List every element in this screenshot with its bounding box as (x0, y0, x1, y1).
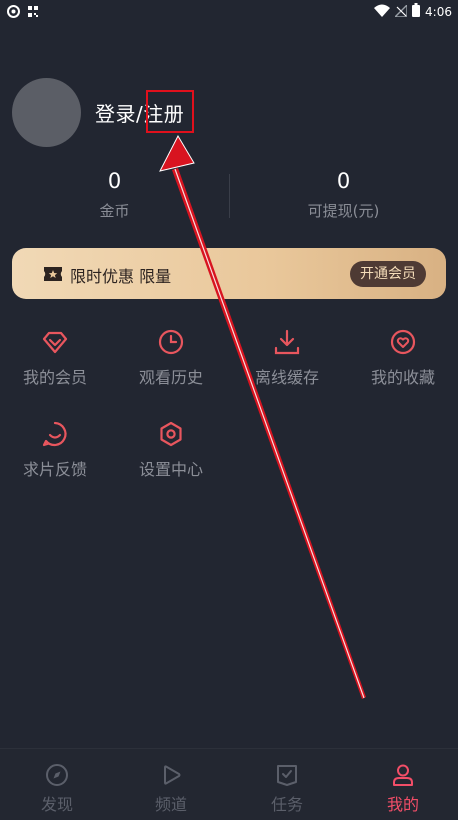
tab-tasks[interactable]: 任务 (230, 763, 344, 815)
task-icon (230, 763, 344, 787)
tab-label: 频道 (154, 795, 187, 814)
play-icon (114, 763, 228, 787)
bottom-tab-bar: 发现 频道 任务 我的 (0, 748, 458, 820)
compass-icon (0, 763, 114, 787)
tab-label: 发现 (40, 795, 73, 814)
tab-mine[interactable]: 我的 (346, 763, 458, 815)
tab-label: 我的 (386, 795, 419, 814)
user-icon (346, 763, 458, 787)
annotation-arrow (159, 134, 366, 699)
tab-label: 任务 (270, 795, 303, 814)
tab-discover[interactable]: 发现 (0, 763, 114, 815)
tab-channels[interactable]: 频道 (114, 763, 228, 815)
